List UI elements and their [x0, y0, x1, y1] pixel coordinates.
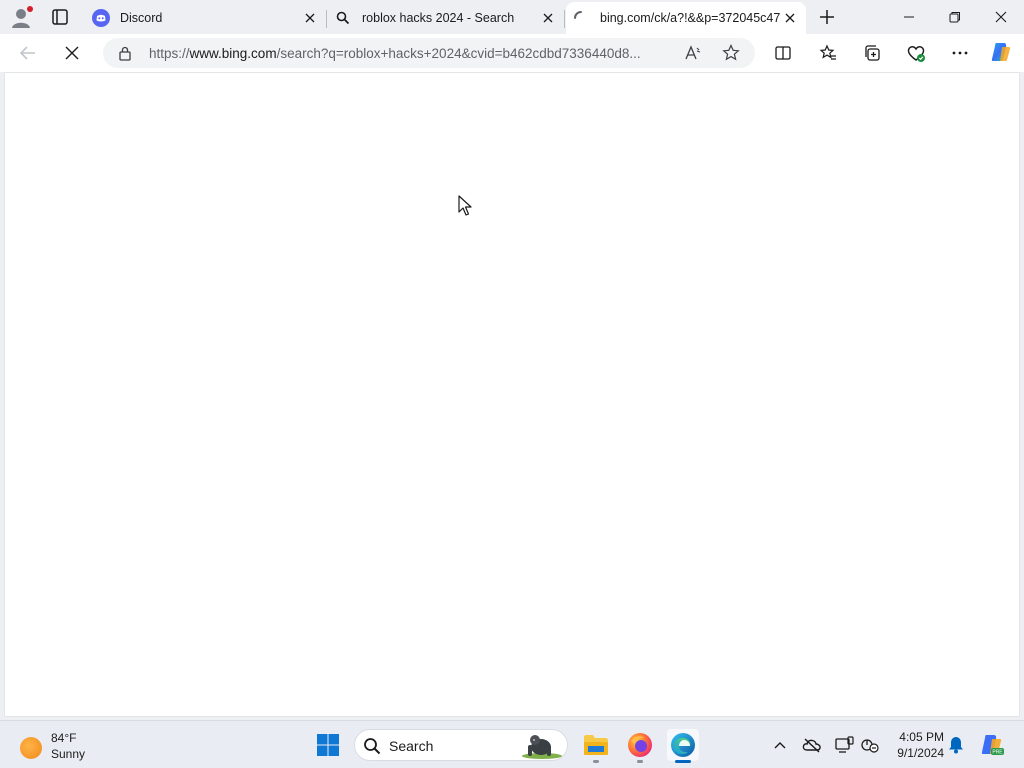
settings-more-icon[interactable] — [948, 41, 972, 65]
profile-icon[interactable] — [10, 5, 34, 29]
close-window-button[interactable] — [990, 6, 1012, 28]
tab-actions-icon[interactable] — [48, 6, 72, 28]
tab-discord[interactable]: Discord — [86, 2, 327, 34]
split-screen-icon[interactable] — [771, 41, 795, 65]
tab-bing-redirect[interactable]: bing.com/ck/a?!&&p=372045c47 — [566, 2, 806, 34]
close-tab-icon[interactable] — [538, 8, 558, 28]
stop-loading-button[interactable] — [60, 41, 84, 65]
navigation-toolbar: https://www.bing.com/search?q=roblox+hac… — [0, 34, 1024, 72]
mouse-cursor-icon — [458, 195, 472, 217]
read-aloud-icon[interactable] — [681, 41, 705, 65]
tab-search[interactable]: roblox hacks 2024 - Search — [328, 2, 565, 34]
firefox-icon[interactable] — [624, 729, 656, 763]
address-bar[interactable]: https://www.bing.com/search?q=roblox+hac… — [103, 38, 755, 68]
taskbar: 84°F Sunny Search 4:05 PM 9/1/2024 PRE — [0, 720, 1024, 768]
browser-essentials-icon[interactable] — [904, 41, 928, 65]
show-hidden-icons-chevron-icon[interactable] — [769, 734, 791, 756]
favorites-icon[interactable] — [816, 41, 840, 65]
running-indicator — [637, 760, 643, 763]
url-prefix: https:// — [149, 46, 190, 61]
search-icon — [363, 737, 381, 755]
tab-strip: Discord roblox hacks 2024 - Search bing.… — [0, 0, 1024, 34]
clock-date: 9/1/2024 — [897, 746, 944, 760]
running-indicator — [593, 760, 599, 763]
active-indicator — [675, 760, 691, 763]
weather-widget[interactable]: 84°F Sunny — [20, 729, 110, 763]
restore-button[interactable] — [944, 6, 966, 28]
notification-bell-icon[interactable] — [945, 734, 967, 756]
favorite-star-icon[interactable] — [719, 41, 743, 65]
back-button[interactable] — [16, 41, 40, 65]
battery-saver-icon[interactable] — [859, 734, 881, 756]
search-highlight-gorilla-icon — [519, 731, 565, 759]
weather-condition: Sunny — [51, 747, 86, 761]
taskbar-clock[interactable]: 4:05 PM 9/1/2024 — [884, 729, 944, 761]
weather-temperature: 84°F — [51, 731, 77, 745]
url-text[interactable]: https://www.bing.com/search?q=roblox+hac… — [149, 46, 669, 61]
close-tab-icon[interactable] — [300, 8, 320, 28]
edge-browser-icon[interactable] — [667, 729, 699, 763]
clock-time: 4:05 PM — [899, 730, 944, 744]
new-tab-button[interactable] — [816, 6, 838, 28]
svg-text:PRE: PRE — [992, 750, 1003, 756]
discord-icon — [92, 9, 110, 27]
lock-icon[interactable] — [117, 45, 133, 61]
collections-icon[interactable] — [860, 41, 884, 65]
loading-spinner-icon — [572, 9, 590, 27]
tab-title: roblox hacks 2024 - Search — [362, 11, 515, 25]
display-network-icon[interactable] — [833, 734, 855, 756]
tab-title: bing.com/ck/a?!&&p=372045c47 — [600, 11, 780, 25]
page-content-area[interactable] — [4, 72, 1020, 717]
search-icon — [334, 9, 352, 27]
copilot-taskbar-icon[interactable]: PRE — [979, 732, 1005, 758]
file-explorer-icon[interactable] — [580, 729, 612, 763]
copilot-icon[interactable] — [989, 40, 1013, 64]
url-host: www.bing.com — [189, 46, 277, 61]
tab-title: Discord — [120, 11, 163, 25]
start-windows-icon[interactable] — [316, 733, 340, 757]
taskbar-search-box[interactable]: Search — [354, 729, 568, 761]
close-tab-icon[interactable] — [780, 8, 800, 28]
minimize-button[interactable] — [898, 6, 920, 28]
sunny-weather-icon — [20, 737, 42, 759]
onedrive-offline-icon[interactable] — [801, 734, 823, 756]
taskbar-search-label: Search — [389, 738, 434, 754]
url-rest: /search?q=roblox+hacks+2024&cvid=b462cdb… — [276, 46, 641, 61]
